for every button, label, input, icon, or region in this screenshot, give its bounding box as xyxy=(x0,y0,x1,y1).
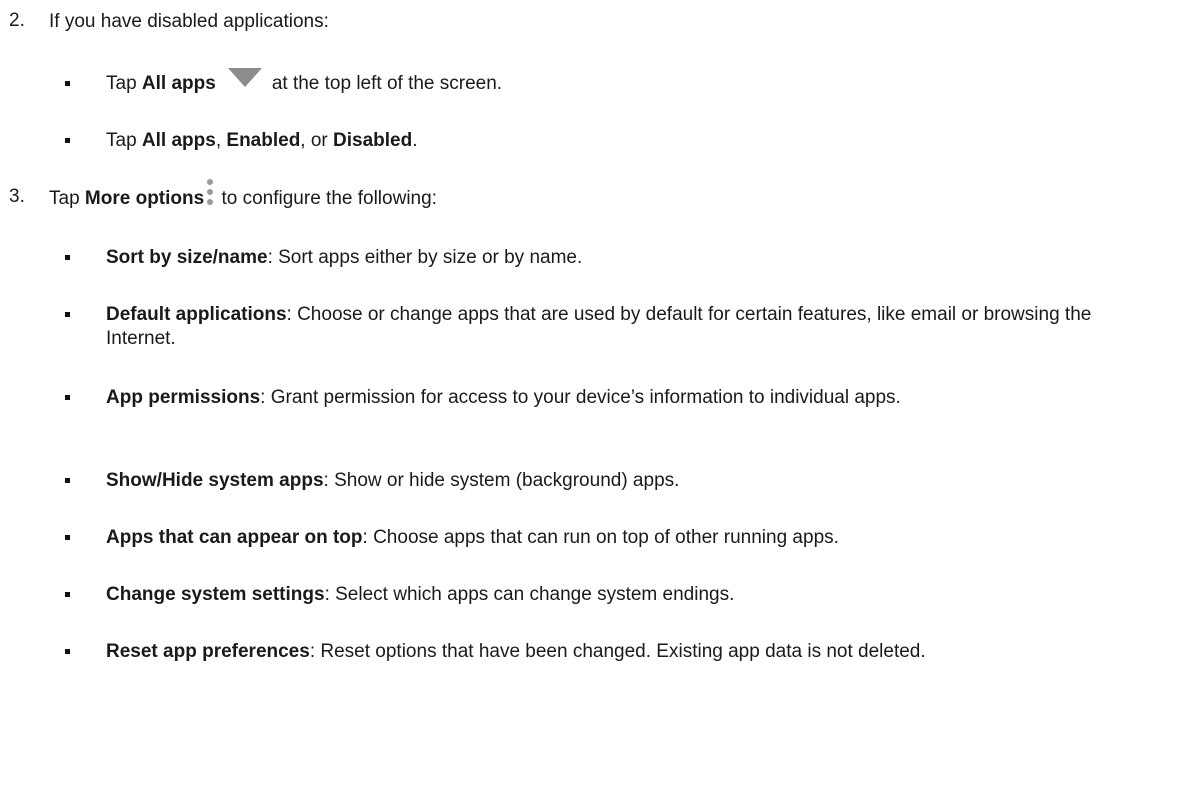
option-item: Show/Hide system apps: Show or hide syst… xyxy=(106,469,679,493)
separator-text: , xyxy=(215,130,227,151)
bullet-pre: Tap xyxy=(106,130,142,151)
separator-text: , or xyxy=(300,130,334,151)
more-options-icon xyxy=(206,179,214,205)
option-term: Sort by size/name xyxy=(106,247,268,268)
option-term: Reset app preferences xyxy=(106,641,310,662)
more-options-label: More options xyxy=(84,188,205,210)
bullet-post: at the top left of the screen. xyxy=(271,73,503,94)
option-item: App permissions: Grant permission for ac… xyxy=(106,386,1006,410)
step-3-pre: Tap xyxy=(49,188,85,210)
bullet-pre: Tap xyxy=(106,73,142,94)
bullet-marker xyxy=(65,478,70,483)
option-desc: : Sort apps either by size or by name. xyxy=(267,247,583,268)
bullet-marker xyxy=(65,592,70,597)
step-3-text: Tap More options to configure the follow… xyxy=(49,179,437,212)
disabled-label: Disabled xyxy=(333,130,413,151)
step-3-number: 3. xyxy=(9,186,25,207)
option-desc: : Reset options that have been changed. … xyxy=(309,641,926,662)
option-desc: : Show or hide system (background) apps. xyxy=(323,470,680,491)
bullet-post: . xyxy=(412,130,418,151)
option-term: Show/Hide system apps xyxy=(106,470,324,491)
bullet-marker xyxy=(65,535,70,540)
option-item: Sort by size/name: Sort apps either by s… xyxy=(106,246,582,270)
bullet-marker xyxy=(65,395,70,400)
option-desc: : Select which apps can change system en… xyxy=(324,584,735,605)
step-2-number: 2. xyxy=(9,10,25,31)
option-term: Default applications xyxy=(106,304,287,325)
option-item: Apps that can appear on top: Choose apps… xyxy=(106,526,839,550)
bullet-marker xyxy=(65,255,70,260)
option-item: Default applications: Choose or change a… xyxy=(106,303,1166,351)
all-apps-label: All apps xyxy=(141,130,216,151)
step-3-post: to configure the following: xyxy=(216,188,437,210)
option-item: Reset app preferences: Reset options tha… xyxy=(106,640,1006,664)
dropdown-triangle-icon xyxy=(227,68,262,88)
bullet-marker xyxy=(65,81,70,86)
step-2-bullet-2: Tap All apps, Enabled, or Disabled. xyxy=(106,129,418,153)
option-term: App permissions xyxy=(106,387,261,408)
option-term: Apps that can appear on top xyxy=(106,527,363,548)
option-item: Change system settings: Select which app… xyxy=(106,583,734,607)
bullet-marker xyxy=(65,649,70,654)
enabled-label: Enabled xyxy=(226,130,301,151)
option-desc: : Grant permission for access to your de… xyxy=(260,387,901,408)
option-desc: : Choose apps that can run on top of oth… xyxy=(362,527,839,548)
all-apps-label: All apps xyxy=(141,73,216,94)
option-term: Change system settings xyxy=(106,584,325,605)
bullet-marker xyxy=(65,138,70,143)
bullet-marker xyxy=(65,312,70,317)
step-2-bullet-1: Tap All apps at the top left of the scree… xyxy=(106,68,503,96)
step-2-text: If you have disabled applications: xyxy=(49,11,329,32)
